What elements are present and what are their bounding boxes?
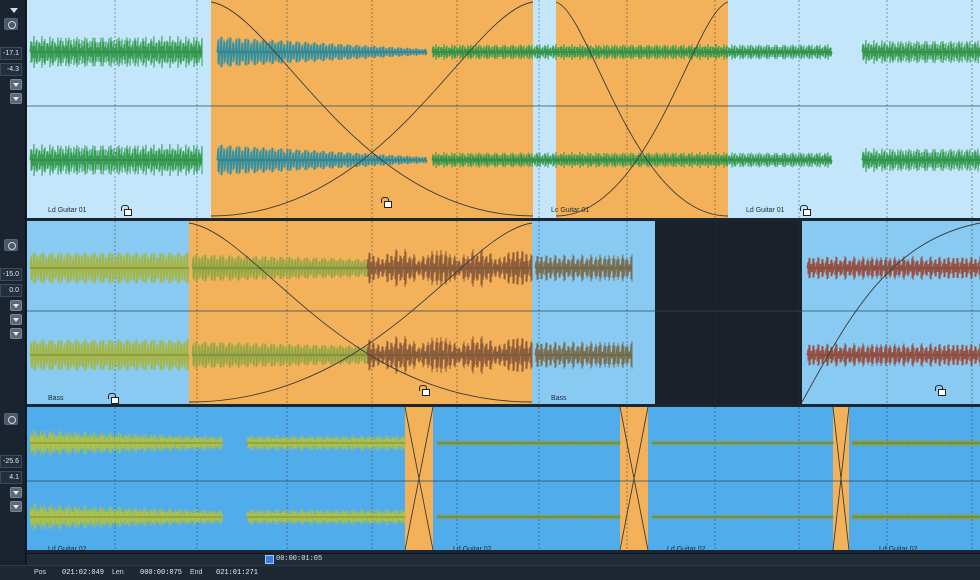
crossfade-region	[189, 221, 532, 404]
pan-field[interactable]: 0.0	[0, 284, 22, 297]
clip-lock-icon[interactable]	[935, 385, 946, 396]
output-dropdown-button[interactable]	[10, 314, 22, 325]
clip-label: Ld Guitar 01	[48, 207, 87, 214]
input-dropdown-button[interactable]	[10, 79, 22, 90]
track-lane-ld-guitar-01[interactable]: Ld Guitar 01 Lc Guitar 01 Ld Guitar 01	[27, 0, 980, 221]
track-lane-ld-guitar-02[interactable]: Ld Guitar 02 Ld Guitar 02 Ld Guitar 02 L…	[27, 407, 980, 553]
pos-value[interactable]: 021:02:049	[62, 569, 104, 577]
clip-label: Bass	[48, 395, 64, 402]
automation-dropdown-button[interactable]	[10, 328, 22, 339]
clip-lock-icon[interactable]	[800, 205, 811, 216]
track-lane-bass[interactable]: Bass Bass	[27, 221, 980, 407]
track-controls-ld-guitar-02: -25.6 4.1	[0, 407, 26, 553]
fade-handle-icon[interactable]	[381, 197, 392, 208]
input-dropdown-button[interactable]	[10, 300, 22, 311]
crossfade-region	[556, 0, 728, 218]
gear-icon[interactable]	[4, 18, 18, 30]
track-waveform-canvas[interactable]	[27, 221, 980, 404]
track-menu-arrow-icon[interactable]	[10, 8, 18, 13]
pan-field[interactable]: -4.3	[0, 63, 22, 76]
track-waveform-canvas[interactable]	[27, 407, 980, 550]
playhead-time: 00:00:01:05	[276, 555, 323, 563]
volume-field[interactable]: -15.0	[0, 268, 22, 281]
clip-label: Ld Guitar 01	[746, 207, 785, 214]
clip-lock-icon[interactable]	[121, 205, 132, 216]
output-dropdown-button[interactable]	[10, 93, 22, 104]
pan-field[interactable]: 4.1	[0, 471, 22, 484]
clip-label: Ld Guitar 02	[879, 546, 918, 553]
clip-lock-icon[interactable]	[108, 393, 119, 404]
gear-icon[interactable]	[4, 413, 18, 425]
clip-label: Bass	[551, 395, 567, 402]
clip-label: Ld Guitar 02	[48, 546, 87, 553]
playhead-marker-icon[interactable]	[265, 555, 274, 564]
track-controls-bass: -15.0 0.0	[0, 221, 26, 404]
volume-field[interactable]: -25.6	[0, 455, 22, 468]
gear-icon[interactable]	[4, 239, 18, 251]
clip-label: Ld Guitar 02	[667, 546, 706, 553]
input-dropdown-button[interactable]	[10, 487, 22, 498]
output-dropdown-button[interactable]	[10, 501, 22, 512]
volume-field[interactable]: -17.1	[0, 47, 22, 60]
track-waveform-canvas[interactable]	[27, 0, 980, 218]
time-ruler[interactable]: 00:00:01:05	[27, 553, 980, 565]
muted-region	[655, 221, 802, 404]
track-controls-ld-guitar-01: -17.1 -4.3	[0, 0, 26, 218]
fade-handle-icon[interactable]	[419, 385, 430, 396]
status-bar: Pos 021:02:049 Len 000:00:075 End 021:01…	[0, 565, 980, 580]
track-control-strip: -17.1 -4.3 -15.0 0.0 -25.6 4.1	[0, 0, 26, 580]
len-label: Len	[112, 569, 124, 576]
end-label: End	[190, 569, 203, 576]
end-value[interactable]: 021:01:271	[216, 569, 258, 577]
fade-in-curve	[801, 222, 980, 403]
pos-label: Pos	[34, 569, 47, 576]
len-value[interactable]: 000:00:075	[140, 569, 182, 577]
clip-label: Ld Guitar 02	[453, 546, 492, 553]
clip-label: Lc Guitar 01	[551, 207, 590, 214]
